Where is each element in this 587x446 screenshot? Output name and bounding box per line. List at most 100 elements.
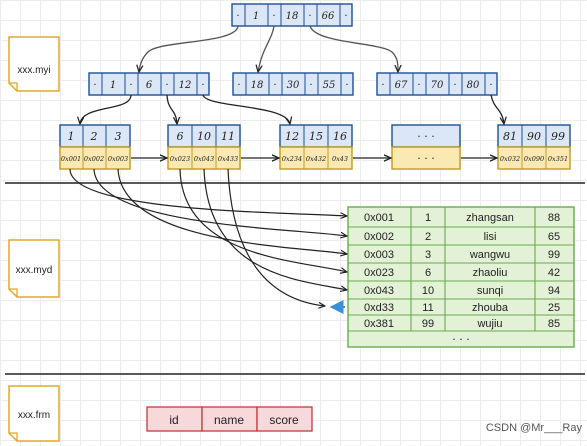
leaf2-ptr-3: 0x433 xyxy=(218,155,238,163)
schema-column-score: score xyxy=(269,413,299,427)
table-cell-r0-c3: 88 xyxy=(548,212,560,224)
root-cell-4: · xyxy=(308,11,311,22)
schema-table: id name score xyxy=(146,406,313,432)
leaf3-key-12: 12 xyxy=(285,130,299,143)
node2-cell-2: · xyxy=(273,80,276,91)
ptr-arrow-0x433 xyxy=(227,168,325,306)
node3-key-70: 70 xyxy=(431,80,444,91)
leaf-node-1: 1 2 3 0x001 0x002 0x003 xyxy=(59,124,131,170)
leaf3-key-16: 16 xyxy=(333,130,347,143)
table-cell-r6-c1: 99 xyxy=(422,318,434,330)
root-cell-0: · xyxy=(236,11,239,22)
node1-key-1: 1 xyxy=(110,80,116,91)
edge-node1-leaf2 xyxy=(166,94,177,124)
leaf1-ptr-3: 0x003 xyxy=(108,155,128,163)
table-cell-r6-c2: wujiu xyxy=(476,318,502,330)
leaf-node-5: 81 90 99 0x032 0x090 0x351 xyxy=(497,124,571,170)
leaf-ellipsis-ptrs: · · · xyxy=(417,152,434,165)
file-label-myi: xxx.myi xyxy=(17,65,50,76)
leaf1-ptr-2: 0x002 xyxy=(84,155,104,163)
edge-node1-leaf1 xyxy=(80,94,132,124)
table-cell-r2-c2: wangwu xyxy=(469,249,510,261)
leaf2-ptr-1: 0x023 xyxy=(170,155,190,163)
edge-node1-leaf3 xyxy=(202,94,290,124)
leaf2-key-10: 10 xyxy=(197,130,211,143)
diagram-canvas: xxx.myi xxx.myd xxx.frm · 1 · 18 · 66 · xyxy=(5,3,585,442)
leaf1-key-2: 2 xyxy=(90,130,98,143)
node2-key-18: 18 xyxy=(251,80,264,91)
btree-internal-node-2: · 18 · 30 · 55 · xyxy=(232,72,354,96)
leaf1-key-1: 1 xyxy=(68,130,75,143)
node2-cell-0: · xyxy=(237,80,240,91)
table-cell-r6-c3: 85 xyxy=(548,318,560,330)
leaf3-ptr-3: 0x43 xyxy=(332,155,348,163)
leaf5-key-99: 99 xyxy=(551,130,565,143)
table-cell-r2-c3: 99 xyxy=(548,249,560,261)
data-table: 0x001 1 zhangsan 88 0x002 2 lisi 65 0x003 3 wangwu… xyxy=(347,206,575,348)
table-cell-r0-c0: 0x001 xyxy=(364,212,394,224)
leaf-node-ellipsis: · · · · · · xyxy=(391,124,461,170)
table-cell-r3-c1: 6 xyxy=(425,267,431,279)
table-cell-r3-c0: 0x023 xyxy=(364,267,394,279)
node1-key-12: 12 xyxy=(179,80,192,91)
file-icon-myi: xxx.myi xyxy=(8,36,60,92)
leaf2-key-6: 6 xyxy=(177,130,184,143)
node2-key-30: 30 xyxy=(287,80,300,91)
root-key-66: 66 xyxy=(322,11,335,22)
table-cell-r1-c0: 0x002 xyxy=(364,231,394,243)
btree-internal-node-3: · 67 · 70 · 80 · xyxy=(376,72,498,96)
schema-column-id: id xyxy=(169,413,178,427)
table-cell-r1-c1: 2 xyxy=(425,231,431,243)
table-cell-r4-c3: 94 xyxy=(548,285,560,297)
edge-root-node1 xyxy=(139,25,239,72)
leaf5-key-90: 90 xyxy=(527,130,541,143)
table-cell-r5-c3: 25 xyxy=(548,302,560,314)
leaf-node-2: 6 10 11 0x023 0x043 0x433 xyxy=(167,124,241,170)
table-cell-r2-c0: 0x003 xyxy=(364,249,394,261)
table-cell-r4-c2: sunqi xyxy=(477,285,503,297)
node3-key-67: 67 xyxy=(395,80,408,91)
node2-cell-4: · xyxy=(309,80,312,91)
root-key-1: 1 xyxy=(253,11,259,22)
node1-cell-0: · xyxy=(93,80,96,91)
node3-cell-0: · xyxy=(381,80,384,91)
file-label-frm: xxx.frm xyxy=(18,410,50,421)
ptr-arrow-0x001 xyxy=(69,168,347,216)
leaf1-key-3: 3 xyxy=(115,130,122,143)
root-cell-2: · xyxy=(272,11,275,22)
table-cell-r5-c0: 0xd33 xyxy=(364,302,394,314)
table-cell-r1-c2: lisi xyxy=(484,231,497,243)
leaf3-ptr-1: 0x234 xyxy=(282,155,302,163)
leaf2-ptr-2: 0x043 xyxy=(194,155,214,163)
file-icon-frm: xxx.frm xyxy=(8,385,60,442)
leaf2-key-11: 11 xyxy=(221,130,235,143)
leaf5-key-81: 81 xyxy=(503,130,517,143)
node3-cell-6: · xyxy=(489,80,492,91)
leaf1-ptr-1: 0x001 xyxy=(61,155,81,163)
table-cell-r5-c1: 11 xyxy=(422,302,433,314)
edge-root-node2 xyxy=(258,25,275,72)
leaf5-ptr-2: 0x090 xyxy=(524,155,544,163)
data-table-ellipsis: · · · xyxy=(452,333,469,346)
node3-key-80: 80 xyxy=(467,80,480,91)
table-cell-r5-c2: zhouba xyxy=(472,302,509,314)
node3-cell-4: · xyxy=(453,80,456,91)
table-cell-r3-c3: 42 xyxy=(548,267,560,279)
watermark-text: CSDN @Mr___Ray xyxy=(486,422,583,434)
file-label-myd: xxx.myd xyxy=(16,265,53,276)
leaf-ellipsis-keys: · · · xyxy=(417,130,434,143)
node2-cell-6: · xyxy=(345,80,348,91)
schema-column-name: name xyxy=(214,413,244,427)
table-cell-r0-c1: 1 xyxy=(425,212,431,224)
file-icon-myd: xxx.myd xyxy=(8,239,60,298)
root-cell-6: · xyxy=(344,11,347,22)
table-cell-r6-c0: 0x381 xyxy=(364,318,394,330)
node1-cell-4: · xyxy=(165,80,168,91)
table-cell-r1-c3: 65 xyxy=(548,231,560,243)
table-cell-r4-c0: 0x043 xyxy=(364,285,394,297)
edge-root-node3 xyxy=(309,25,398,72)
ptr-arrow-0x002 xyxy=(93,168,347,236)
node2-key-55: 55 xyxy=(323,80,336,91)
leaf3-key-15: 15 xyxy=(309,130,323,143)
leaf3-ptr-2: 0x432 xyxy=(306,155,326,163)
